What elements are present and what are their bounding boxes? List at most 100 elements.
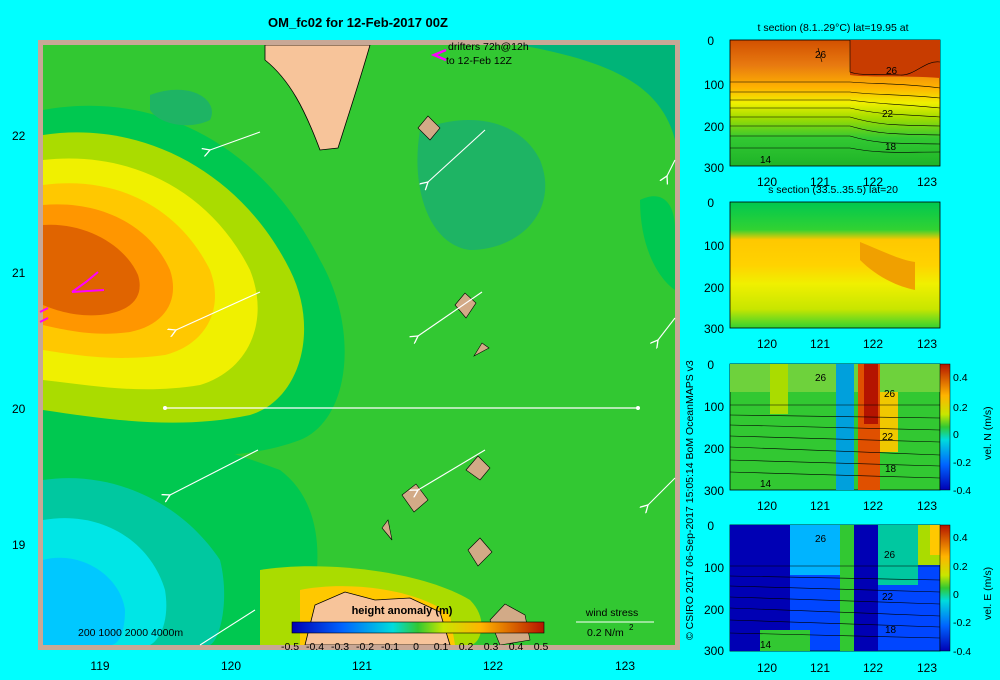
figure-canvas: OM_fc02 for 12-Feb-2017 00Z drifters 72h…: [12, 15, 994, 675]
transect-end-marker: [636, 406, 640, 410]
wind-stress-exponent: 2: [629, 623, 634, 632]
svg-text:100: 100: [704, 78, 724, 92]
svg-text:122: 122: [483, 659, 503, 673]
svg-text:-0.2: -0.2: [953, 457, 971, 469]
svg-text:0.2: 0.2: [953, 561, 968, 573]
svg-text:21: 21: [12, 266, 26, 280]
svg-text:121: 121: [352, 659, 372, 673]
vel-e-colorbar: [939, 524, 951, 652]
svg-text:119: 119: [90, 659, 109, 673]
section-panel-temperature: t section (8.1..29°C) lat=19.95 at 26 26…: [704, 22, 941, 189]
svg-text:0.2: 0.2: [953, 402, 968, 414]
svg-text:26: 26: [886, 66, 898, 77]
svg-text:26: 26: [884, 389, 896, 400]
svg-text:-0.1: -0.1: [381, 641, 399, 653]
svg-text:120: 120: [221, 659, 241, 673]
section-panel-salinity: s section (33.5..35.5) lat=20 0 100 200 …: [704, 184, 941, 351]
svg-text:0: 0: [953, 429, 959, 441]
colorbar-tick-labels: -0.5 -0.4 -0.3 -0.2 -0.1 0 0.1 0.2 0.3 0…: [281, 641, 548, 653]
longitude-tick-labels: 119 120 121 122 123: [90, 659, 635, 673]
svg-text:-0.5: -0.5: [281, 641, 299, 653]
main-map: drifters 72h@12h to 12-Feb 12Z 200 1000 …: [12, 40, 680, 673]
latitude-tick-labels: 22 21 20 19: [12, 129, 26, 552]
transect-start-marker: [163, 406, 167, 410]
svg-text:22: 22: [12, 129, 26, 143]
svg-text:122: 122: [863, 337, 883, 351]
svg-text:123: 123: [615, 659, 635, 673]
svg-text:-0.3: -0.3: [331, 641, 349, 653]
svg-text:121: 121: [810, 337, 830, 351]
svg-text:300: 300: [704, 484, 724, 498]
svg-text:0.4: 0.4: [509, 641, 524, 653]
wind-stress-label: wind stress: [585, 607, 639, 619]
svg-text:-0.4: -0.4: [953, 646, 971, 658]
svg-text:122: 122: [863, 661, 883, 675]
svg-text:-0.2: -0.2: [953, 617, 971, 629]
svg-text:18: 18: [885, 625, 897, 636]
svg-text:100: 100: [704, 400, 724, 414]
drifters-label-line1: drifters 72h@12h: [448, 41, 529, 53]
svg-text:14: 14: [760, 155, 772, 166]
svg-text:-0.2: -0.2: [356, 641, 374, 653]
svg-text:22: 22: [882, 109, 894, 120]
svg-text:26: 26: [884, 550, 896, 561]
svg-text:0: 0: [707, 519, 714, 533]
svg-text:200: 200: [704, 120, 724, 134]
vel-n-label: vel. N (m/s): [982, 406, 994, 460]
svg-text:121: 121: [810, 499, 830, 513]
svg-text:0.5: 0.5: [534, 641, 549, 653]
svg-text:120: 120: [757, 499, 777, 513]
section-panel-velocity-north: 26 26 22 18 14 0.4 0.2 0 -0.2 -0.4 vel. …: [704, 358, 994, 513]
svg-text:0.2: 0.2: [459, 641, 474, 653]
svg-text:200: 200: [704, 442, 724, 456]
section-panel-velocity-east: 26 26 22 18 14 0.4 0.2 0 -0.2 -0.4 vel. …: [704, 519, 994, 675]
svg-text:26: 26: [815, 50, 827, 61]
svg-text:-0.4: -0.4: [306, 641, 324, 653]
colorbar-title: height anomaly (m): [352, 605, 453, 617]
svg-text:123: 123: [917, 499, 937, 513]
svg-text:26: 26: [815, 373, 827, 384]
svg-text:123: 123: [917, 337, 937, 351]
svg-text:20: 20: [12, 402, 26, 416]
svg-text:22: 22: [882, 432, 894, 443]
svg-text:0.4: 0.4: [953, 532, 968, 544]
svg-text:22: 22: [882, 592, 894, 603]
svg-text:100: 100: [704, 239, 724, 253]
height-anomaly-colorbar: [291, 621, 545, 634]
svg-text:300: 300: [704, 161, 724, 175]
svg-text:120: 120: [757, 661, 777, 675]
svg-text:18: 18: [885, 464, 897, 475]
svg-text:300: 300: [704, 322, 724, 336]
svg-text:200: 200: [704, 603, 724, 617]
svg-text:100: 100: [704, 561, 724, 575]
svg-text:18: 18: [885, 142, 897, 153]
s-section-title: s section (33.5..35.5) lat=20: [768, 184, 898, 196]
svg-text:121: 121: [810, 661, 830, 675]
svg-text:122: 122: [863, 499, 883, 513]
svg-text:300: 300: [704, 644, 724, 658]
svg-text:120: 120: [757, 337, 777, 351]
svg-text:0: 0: [707, 358, 714, 372]
svg-text:0: 0: [707, 196, 714, 210]
svg-text:26: 26: [815, 534, 827, 545]
svg-text:200: 200: [704, 281, 724, 295]
map-title: OM_fc02 for 12-Feb-2017 00Z: [268, 15, 448, 30]
svg-text:0.4: 0.4: [953, 372, 968, 384]
vel-e-label: vel. E (m/s): [982, 567, 994, 620]
svg-text:0.3: 0.3: [484, 641, 499, 653]
wind-stress-scale: 0.2 N/m: [587, 627, 624, 639]
svg-text:14: 14: [760, 479, 772, 490]
drifters-label-line2: to 12-Feb 12Z: [446, 55, 513, 67]
credit-text: © CSIRO 2017 06-Sep-2017 15:05:14 BoM Oc…: [684, 360, 696, 640]
t-section-title: t section (8.1..29°C) lat=19.95 at: [758, 22, 909, 34]
svg-text:123: 123: [917, 175, 937, 189]
svg-text:19: 19: [12, 538, 26, 552]
svg-text:-0.4: -0.4: [953, 485, 971, 497]
vel-n-colorbar: [939, 363, 951, 491]
svg-text:0.1: 0.1: [434, 641, 449, 653]
svg-text:0: 0: [413, 641, 419, 653]
depth-legend: 200 1000 2000 4000m: [78, 627, 183, 639]
svg-text:0: 0: [707, 34, 714, 48]
svg-text:123: 123: [917, 661, 937, 675]
svg-text:0: 0: [953, 589, 959, 601]
